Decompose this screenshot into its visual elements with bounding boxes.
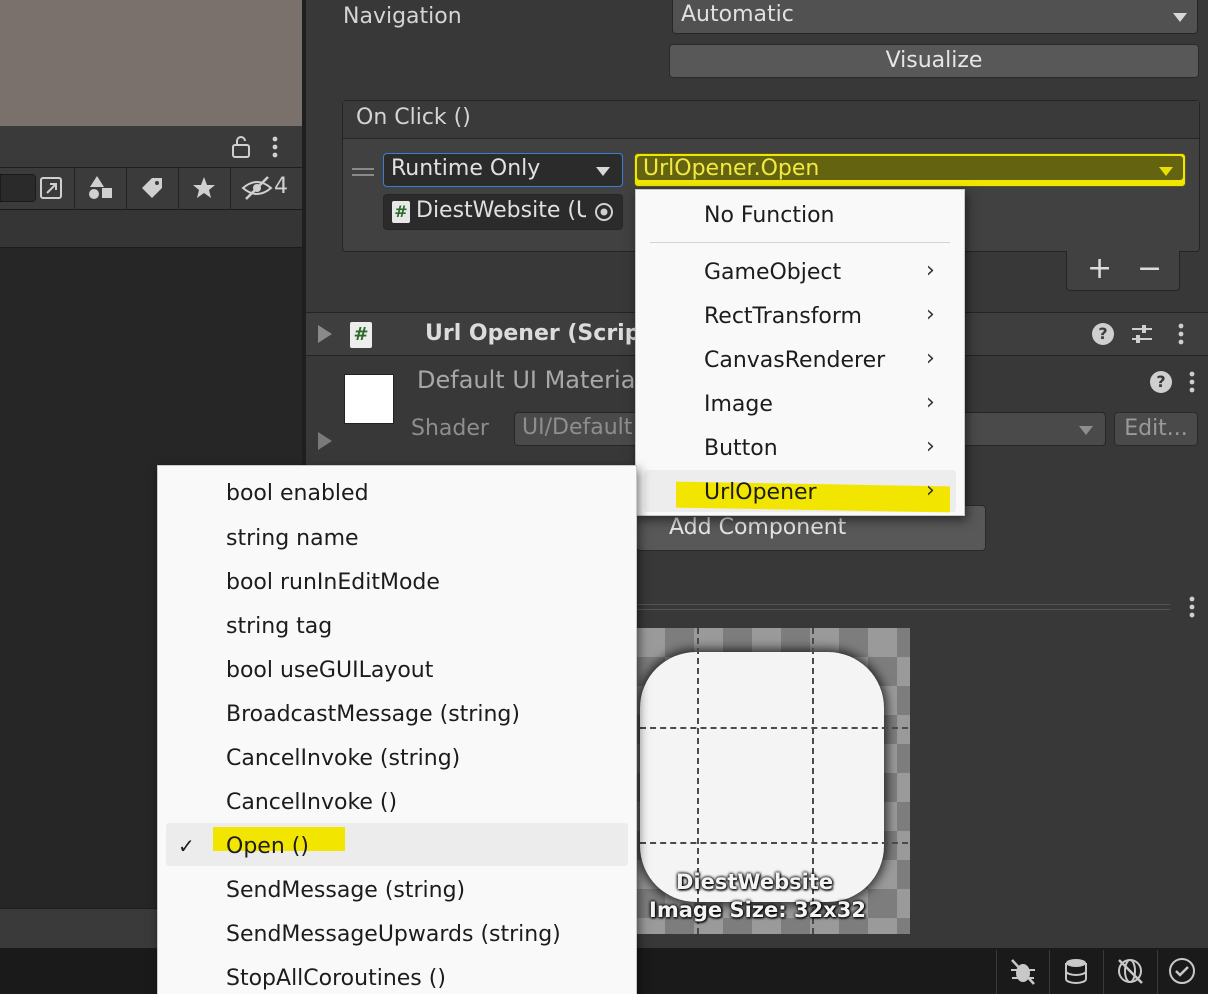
slice-border (640, 842, 908, 844)
menu-item-open[interactable]: Open () (226, 834, 309, 859)
status-divider (1049, 950, 1050, 994)
menu-item-recttransform[interactable]: RectTransform (704, 304, 862, 329)
list-footer: + − (1066, 251, 1180, 291)
help-icon[interactable]: ? (1150, 371, 1172, 393)
function-menu: No Function GameObject › RectTransform ›… (635, 189, 965, 516)
preview-header (636, 590, 1208, 624)
chevron-right-icon: › (926, 434, 935, 459)
target-object-value: DiestWebsite (U (416, 198, 586, 223)
menu-item-canvasrenderer[interactable]: CanvasRenderer (704, 348, 885, 373)
menu-item-method[interactable]: bool useGUILayout (226, 658, 433, 683)
toolbar-divider (230, 168, 231, 210)
menu-item-method[interactable]: bool runInEditMode (226, 570, 440, 595)
debug-bug-icon[interactable] (1008, 956, 1038, 986)
status-divider (1157, 950, 1158, 994)
object-picker-icon[interactable] (594, 202, 614, 222)
scene-search-icon[interactable] (38, 174, 66, 202)
preview-size: Image Size: 32x32 (649, 898, 866, 922)
drag-handle-icon[interactable] (352, 162, 374, 176)
panel-tab-strip (0, 126, 302, 168)
method-menu: bool enabled string name bool runInEditM… (157, 465, 637, 994)
menu-item-urlopener[interactable]: UrlOpener (704, 480, 817, 505)
shapes-filter-icon[interactable] (86, 173, 116, 203)
preset-settings-icon[interactable] (1130, 323, 1154, 347)
preview-divider[interactable] (636, 604, 1170, 610)
foldout-arrow-icon[interactable] (318, 432, 332, 450)
material-name: Default UI Materia (417, 366, 636, 394)
more-options-icon[interactable] (268, 134, 282, 160)
toolbar-divider (178, 168, 179, 210)
menu-item-method[interactable]: CancelInvoke (string) (226, 746, 460, 771)
network-off-icon[interactable] (1115, 956, 1145, 986)
chevron-down-icon (1173, 13, 1187, 22)
status-divider (996, 950, 997, 994)
menu-item-method[interactable]: string name (226, 526, 359, 551)
shader-value: UI/Default (522, 415, 633, 440)
hidden-count: 4 (274, 174, 288, 199)
more-options-icon[interactable] (1174, 321, 1188, 347)
menu-item-gameobject[interactable]: GameObject (704, 260, 841, 285)
preview-name: DiestWebsite (676, 870, 834, 894)
label-filter-icon[interactable] (138, 174, 166, 202)
chevron-down-icon (1079, 426, 1093, 435)
scene-view[interactable] (0, 0, 302, 126)
runtime-value: Runtime Only (391, 156, 541, 181)
menu-item-method[interactable]: CancelInvoke () (226, 790, 397, 815)
menu-item-method[interactable]: StopAllCoroutines () (226, 966, 446, 991)
onclick-header: On Click () (343, 101, 1199, 139)
database-icon[interactable] (1061, 956, 1091, 986)
script-icon: # (392, 201, 410, 223)
menu-item-method[interactable]: SendMessageUpwards (string) (226, 922, 561, 947)
help-icon[interactable]: ? (1092, 323, 1114, 345)
chevron-down-icon (1159, 167, 1173, 176)
more-options-icon[interactable] (1185, 594, 1199, 620)
add-listener-button[interactable]: + (1087, 251, 1112, 286)
shader-label: Shader (411, 416, 489, 441)
menu-item-method[interactable]: SendMessage (string) (226, 878, 465, 903)
remove-listener-button[interactable]: − (1137, 251, 1162, 286)
chevron-right-icon: › (926, 346, 935, 371)
function-dropdown[interactable]: UrlOpener.Open (634, 153, 1186, 187)
hierarchy-subheader (0, 210, 302, 248)
chevron-down-icon (596, 167, 610, 176)
chevron-right-icon: › (926, 302, 935, 327)
edit-shader-button[interactable]: Edit... (1114, 412, 1198, 446)
status-divider (1103, 950, 1104, 994)
menu-item-no-function[interactable]: No Function (704, 203, 835, 228)
checkmark-icon: ✓ (178, 834, 195, 858)
menu-item-method[interactable]: BroadcastMessage (string) (226, 702, 520, 727)
menu-separator (650, 242, 950, 243)
material-swatch[interactable] (344, 374, 394, 424)
slice-border (640, 727, 908, 729)
sprite-image (640, 652, 884, 902)
navigation-dropdown[interactable]: Automatic (672, 0, 1198, 34)
chevron-right-icon: › (926, 478, 935, 503)
toolbar-divider (126, 168, 127, 210)
toolbar-divider (74, 168, 75, 210)
more-options-icon[interactable] (1185, 369, 1199, 395)
check-circle-icon[interactable] (1167, 956, 1197, 986)
lock-icon[interactable] (230, 134, 252, 160)
hierarchy-toolbar: 4 (0, 168, 302, 210)
navigation-value: Automatic (681, 2, 794, 27)
favorite-star-icon[interactable] (190, 174, 218, 202)
menu-item-method[interactable]: bool enabled (226, 481, 369, 506)
target-object-field[interactable]: # DiestWebsite (U (383, 194, 623, 230)
search-field[interactable] (0, 174, 36, 202)
onclick-title: On Click () (356, 105, 471, 130)
navigation-label: Navigation (343, 4, 462, 29)
chevron-right-icon: › (926, 390, 935, 415)
foldout-arrow-icon[interactable] (318, 325, 332, 343)
menu-item-method[interactable]: string tag (226, 614, 332, 639)
hierarchy-footer (0, 908, 160, 948)
function-value: UrlOpener.Open (643, 156, 820, 181)
visualize-button[interactable]: Visualize (669, 44, 1199, 78)
component-title: Url Opener (Script (425, 321, 651, 346)
menu-item-button[interactable]: Button (704, 436, 778, 461)
script-icon: # (350, 322, 372, 348)
hidden-visibility-icon[interactable] (240, 174, 274, 202)
menu-item-image[interactable]: Image (704, 392, 773, 417)
chevron-right-icon: › (926, 258, 935, 283)
runtime-dropdown[interactable]: Runtime Only (383, 153, 623, 187)
